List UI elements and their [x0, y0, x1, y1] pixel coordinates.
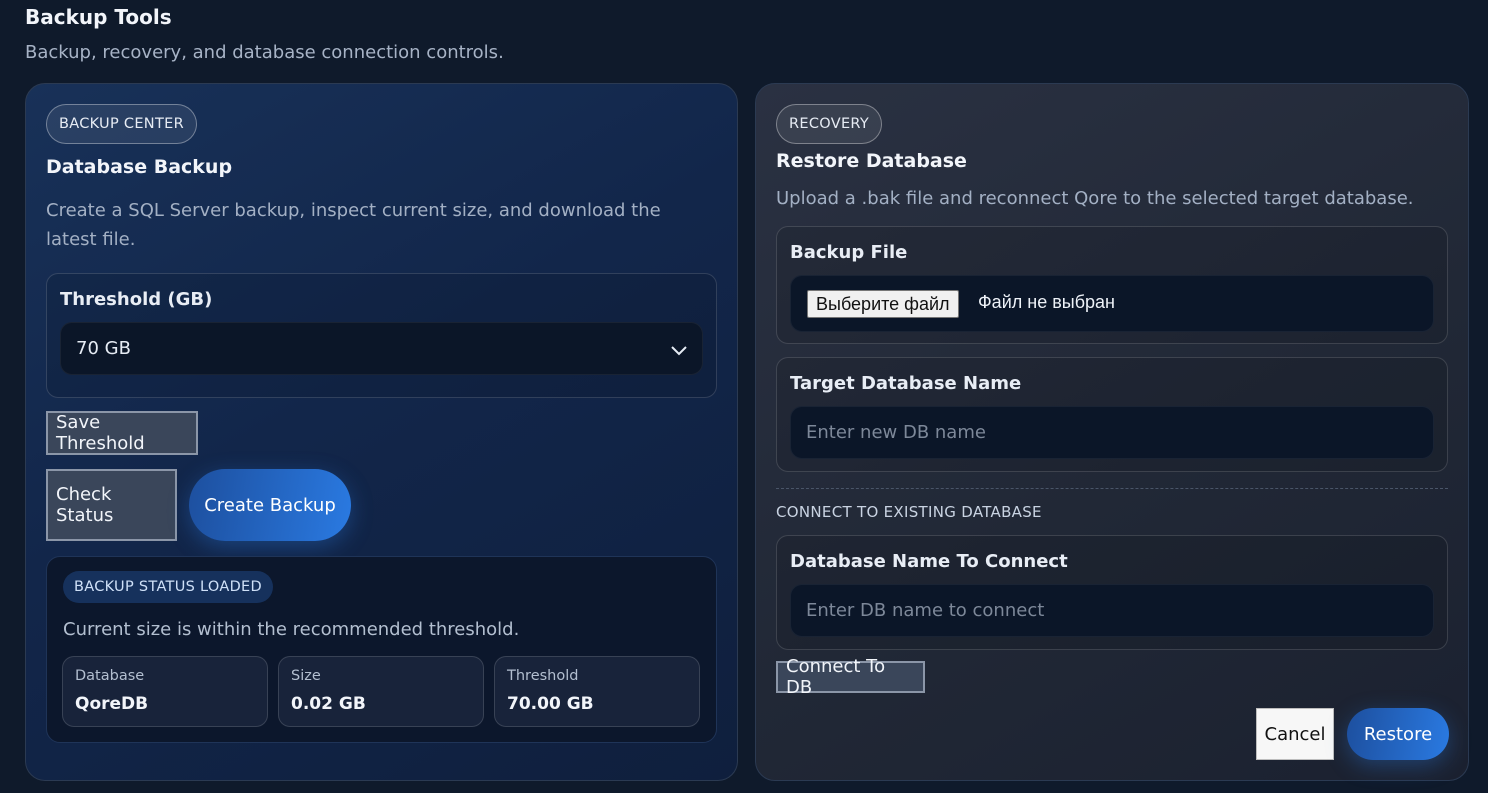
choose-file-button[interactable]: Выберите файл: [807, 290, 959, 318]
target-db-placeholder: Enter new DB name: [806, 422, 986, 443]
connect-db-placeholder: Enter DB name to connect: [806, 600, 1045, 621]
recovery-badge: RECOVERY: [776, 104, 883, 144]
stat-database: Database QoreDB: [62, 656, 268, 727]
section-divider: [776, 488, 1448, 489]
threshold-select-value: 70 GB: [76, 338, 131, 359]
stat-label: Threshold: [507, 668, 579, 684]
connect-to-db-button[interactable]: Connect To DB: [776, 656, 925, 698]
threshold-label: Threshold (GB): [60, 289, 213, 310]
connect-db-field: Database Name To Connect Enter DB name t…: [776, 535, 1448, 650]
stat-value: 0.02 GB: [291, 694, 366, 714]
backup-file-field: Backup File Выберите файл Файл не выбран: [776, 226, 1448, 344]
target-db-field: Target Database Name Enter new DB name: [776, 357, 1448, 472]
backup-status-panel: BACKUP STATUS LOADED Current size is wit…: [46, 556, 717, 743]
connect-section-heading: CONNECT TO EXISTING DATABASE: [776, 503, 1042, 521]
stat-value: QoreDB: [75, 694, 149, 714]
recovery-card-description: Upload a .bak file and reconnect Qore to…: [776, 188, 1414, 209]
page-title: Backup Tools: [25, 5, 172, 29]
backup-card-description: Create a SQL Server backup, inspect curr…: [46, 200, 661, 250]
recovery-card: RECOVERY Restore Database Upload a .bak …: [755, 83, 1469, 781]
file-status-text: Файл не выбран: [978, 292, 1115, 312]
check-status-button[interactable]: Check Status: [46, 469, 177, 541]
backup-file-input[interactable]: Выберите файл Файл не выбран: [790, 275, 1434, 332]
stat-label: Database: [75, 668, 145, 684]
status-message: Current size is within the recommended t…: [63, 619, 520, 640]
stat-size: Size 0.02 GB: [278, 656, 484, 727]
backup-tools-page: Backup Tools Backup, recovery, and datab…: [0, 0, 1488, 793]
target-db-input[interactable]: Enter new DB name: [790, 406, 1434, 459]
threshold-select[interactable]: 70 GB: [60, 322, 703, 375]
status-badge: BACKUP STATUS LOADED: [63, 571, 273, 603]
backup-center-badge: BACKUP CENTER: [46, 104, 197, 144]
page-subtitle: Backup, recovery, and database connectio…: [25, 42, 504, 63]
stat-threshold: Threshold 70.00 GB: [494, 656, 700, 727]
threshold-field: Threshold (GB) 70 GB: [46, 273, 717, 398]
recovery-card-title: Restore Database: [776, 150, 967, 172]
stat-label: Size: [291, 668, 321, 684]
connect-db-label: Database Name To Connect: [790, 551, 1068, 572]
backup-file-label: Backup File: [790, 242, 908, 263]
cancel-button[interactable]: Cancel: [1256, 708, 1334, 760]
chevron-down-icon: [671, 346, 687, 356]
target-db-label: Target Database Name: [790, 373, 1022, 394]
connect-db-input[interactable]: Enter DB name to connect: [790, 584, 1434, 637]
stat-value: 70.00 GB: [507, 694, 594, 714]
backup-card: BACKUP CENTER Database Backup Create a S…: [25, 83, 738, 781]
restore-button[interactable]: Restore: [1347, 708, 1449, 760]
create-backup-button[interactable]: Create Backup: [189, 469, 351, 541]
save-threshold-button[interactable]: Save Threshold: [46, 411, 198, 455]
backup-card-title: Database Backup: [46, 156, 233, 178]
